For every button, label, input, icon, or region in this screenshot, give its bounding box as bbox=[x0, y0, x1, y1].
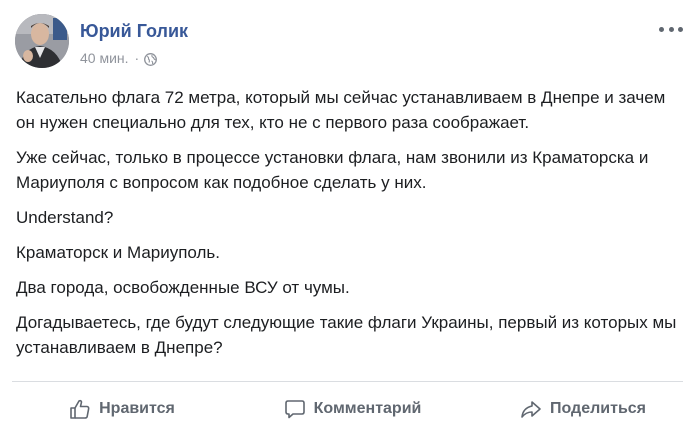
author-avatar[interactable] bbox=[15, 14, 69, 68]
avatar-photo bbox=[15, 14, 69, 68]
post-paragraph: Касательно флага 72 метра, который мы се… bbox=[16, 88, 666, 132]
post-paragraph: Краматорск и Мариуполь. bbox=[16, 243, 221, 262]
post-paragraph: Уже сейчас, только в процессе установки … bbox=[16, 148, 649, 192]
post-body: Касательно флага 72 метра, который мы се… bbox=[16, 85, 686, 370]
meta-separator: · bbox=[134, 50, 140, 66]
more-options-icon[interactable] bbox=[659, 22, 683, 36]
like-button[interactable]: Нравится bbox=[22, 391, 222, 427]
facebook-post: Юрий Голик 40 мин. · Касательно флага 72… bbox=[0, 0, 695, 436]
post-paragraph: Догадываетесь, где будут следующие такие… bbox=[16, 313, 677, 357]
comment-label: Комментарий bbox=[313, 400, 422, 417]
actions-divider bbox=[12, 381, 683, 382]
author-name[interactable]: Юрий Голик bbox=[80, 20, 188, 42]
menu-dot bbox=[659, 26, 664, 32]
menu-dot bbox=[668, 26, 674, 32]
post-meta: 40 мин. · bbox=[80, 49, 158, 67]
comment-button[interactable]: Комментарий bbox=[253, 391, 453, 427]
comment-icon bbox=[284, 400, 305, 419]
share-arrow-icon bbox=[521, 401, 541, 418]
share-label: Поделиться bbox=[549, 400, 647, 417]
thumbs-up-icon bbox=[70, 399, 90, 419]
globe-icon[interactable] bbox=[144, 52, 158, 66]
post-actions-bar: Нравится Комментарий Поделиться bbox=[12, 389, 683, 429]
like-label: Нравится bbox=[99, 400, 175, 417]
post-timestamp[interactable]: 40 мин. bbox=[80, 49, 129, 67]
menu-dot bbox=[678, 26, 683, 32]
share-button[interactable]: Поделиться bbox=[483, 391, 683, 427]
post-paragraph: Understand? bbox=[16, 208, 114, 227]
post-paragraph: Два города, освобожденные ВСУ от чумы. bbox=[16, 278, 350, 297]
